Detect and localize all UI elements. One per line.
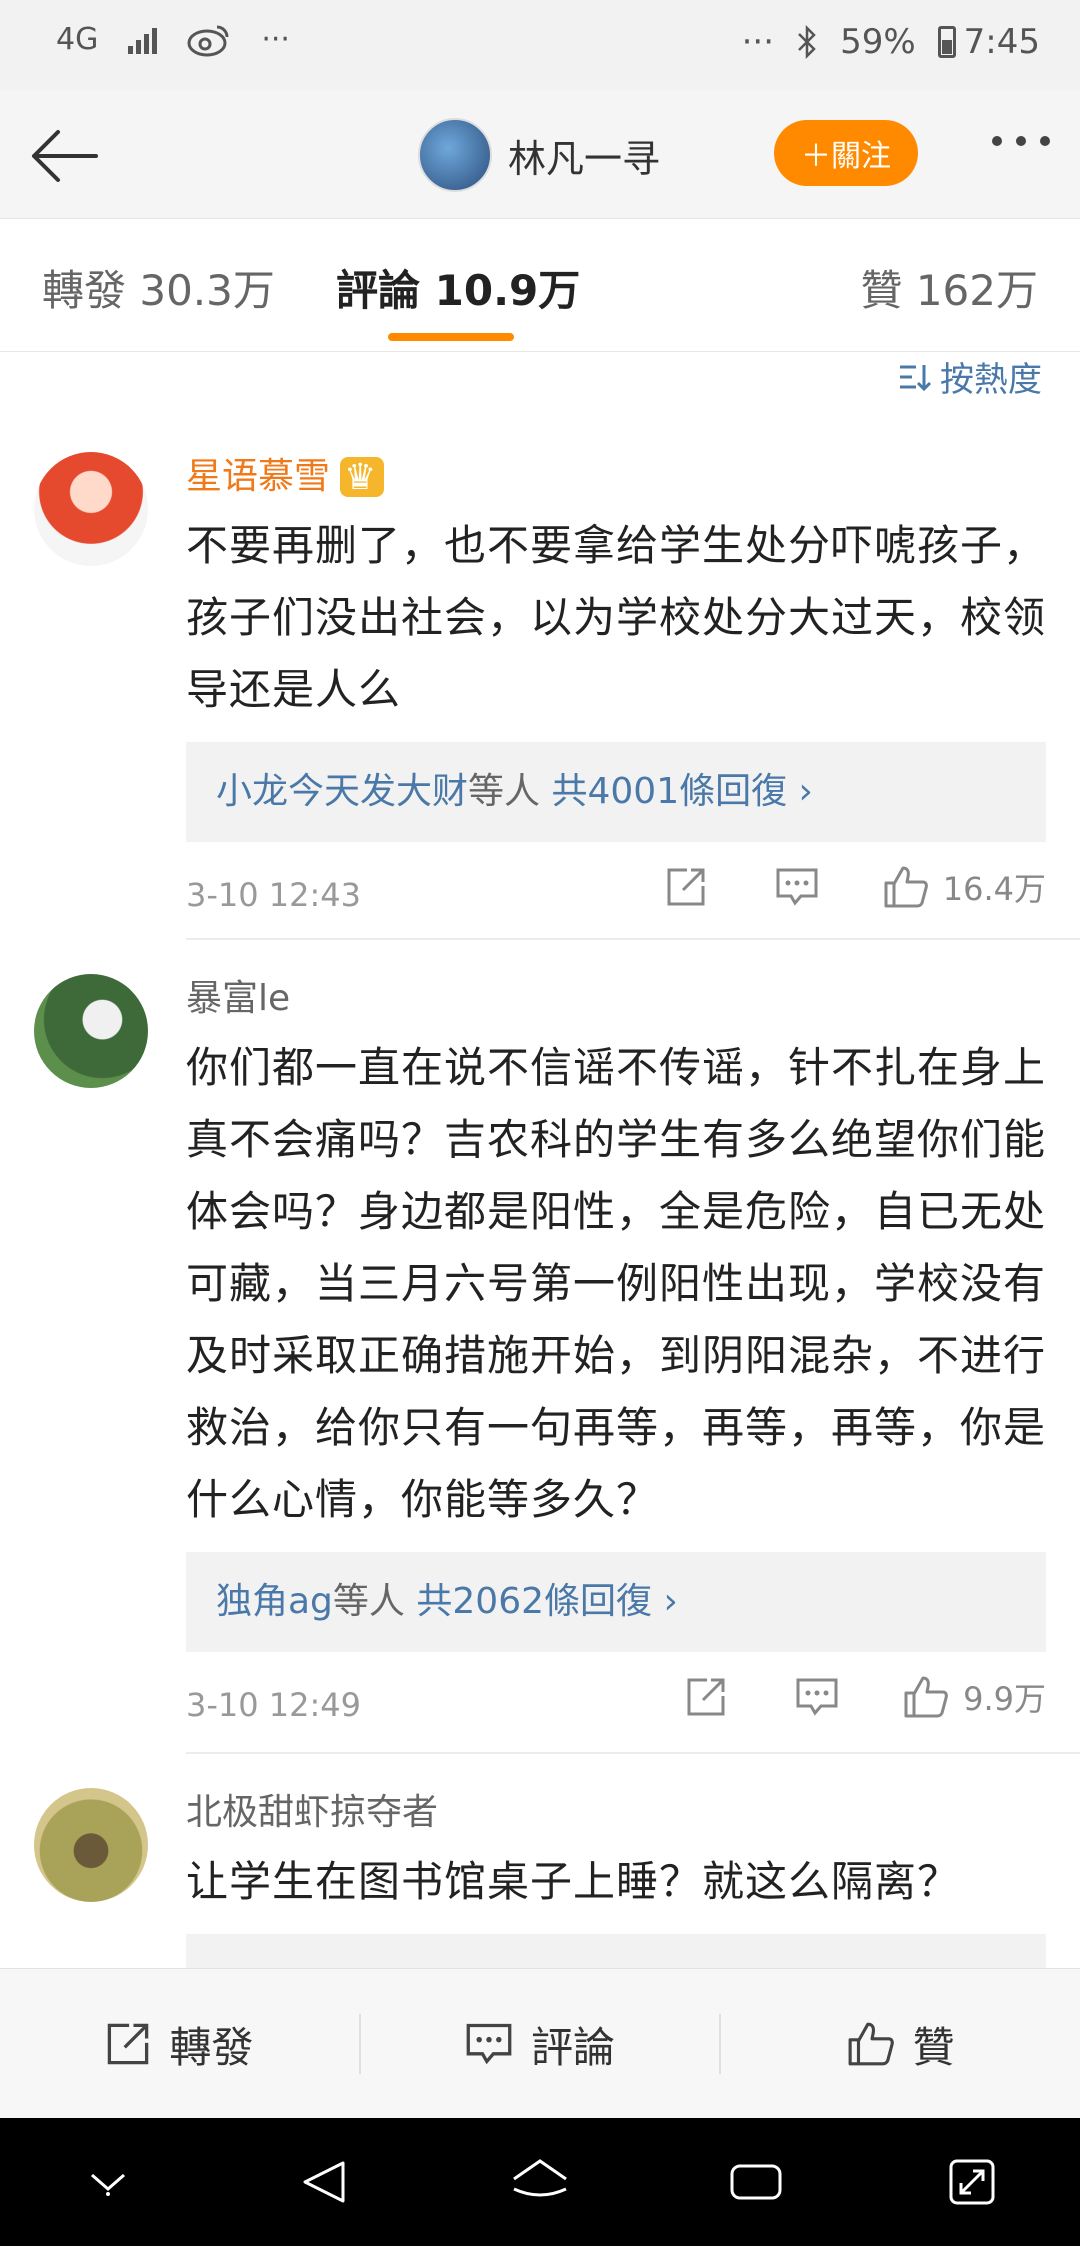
repost-comment-button[interactable] (685, 1676, 727, 1718)
bottom-action-bar: 轉發 評論 贊 (0, 1968, 1080, 2119)
tab-likes[interactable]: 贊 162万 (860, 257, 1038, 318)
weibo-icon (187, 25, 229, 56)
like-label: 贊 (912, 2022, 955, 2072)
repost-icon (667, 868, 705, 906)
status-more-right: ··· (741, 22, 775, 62)
comment-text: 不要再删了，也不要拿给学生处分吓唬孩子，孩子们没出社会，以为学校处分大过天，校领… (186, 521, 1047, 714)
reply-mid-text: 等人 (332, 1581, 405, 1622)
thumbs-up-icon (904, 1676, 948, 1718)
comment-text: 你们都一直在说不信谣不传谣，针不扎在身上真不会痛吗？吉农科的学生有多么绝望你们能… (186, 1043, 1047, 1524)
status-more: ··· (261, 22, 290, 57)
like-comment-button[interactable]: 16.4万 (883, 864, 1046, 910)
like-button[interactable]: 贊 (721, 1969, 1080, 2119)
tab-bar: 轉發 30.3万 評論 10.9万 贊 162万 (0, 219, 1080, 352)
commenter-name[interactable]: 星语慕雪 (186, 452, 1046, 503)
more-options-button[interactable] (992, 136, 1050, 146)
status-bar: 4G ··· ··· 59% 7:45 (0, 0, 1080, 90)
thumbs-up-icon (884, 866, 928, 908)
divider (186, 938, 1080, 940)
vip-crown-icon (340, 453, 385, 503)
sort-icon (900, 364, 932, 391)
reply-comment-button[interactable] (775, 867, 819, 907)
signal-icon (128, 26, 158, 54)
like-count: 9.9万 (963, 1680, 1046, 1718)
repost-button[interactable]: 轉發 (0, 1969, 359, 2119)
reply-mid-text: 等人 (468, 771, 541, 812)
back-button[interactable] (24, 116, 104, 196)
comment-icon (796, 1678, 838, 1716)
hide-nav-button[interactable] (68, 2142, 148, 2222)
nav-home-button[interactable] (500, 2142, 580, 2222)
recents-icon (730, 2164, 782, 2200)
replies-preview[interactable]: 独角ag等人 共2062條回復 › (186, 1552, 1046, 1652)
comment-icon (776, 868, 818, 906)
tab-comments[interactable]: 評論 10.9万 (336, 257, 580, 318)
avatar[interactable] (34, 974, 148, 1088)
divider (186, 1752, 1080, 1754)
repost-icon (108, 2023, 149, 2065)
battery-icon (937, 26, 956, 58)
reply-count[interactable]: 共4001條回復 › (551, 771, 812, 812)
author-name[interactable]: 林凡一寻 (508, 128, 660, 183)
comment-time: 3-10 12:43 (186, 876, 362, 914)
top-nav-bar: 林凡一寻 ＋關注 (0, 90, 1080, 219)
like-count: 16.4万 (942, 870, 1046, 908)
bluetooth-icon (798, 25, 816, 59)
repost-icon (687, 1678, 725, 1716)
avatar[interactable] (34, 1788, 148, 1902)
author-avatar[interactable] (418, 118, 492, 192)
comment-label: 評論 (531, 2022, 616, 2072)
comment-text: 让学生在图书馆桌子上睡？就这么隔离？ (186, 1857, 961, 1906)
nav-back-button[interactable] (284, 2142, 364, 2222)
comment-list: 按熱度 星语慕雪 不要再删了，也不要拿给学生处分吓唬孩子，孩子们没出社会，以为学… (0, 352, 1080, 1968)
battery-percent: 59% (840, 22, 916, 62)
comment-button[interactable]: 評論 (361, 1969, 720, 2119)
avatar[interactable] (34, 452, 148, 566)
reply-user-names[interactable]: 小龙今天发大财 (216, 771, 468, 812)
chevron-down-icon (91, 2173, 125, 2196)
commenter-name[interactable]: 暴富le (186, 974, 1046, 1024)
system-nav-bar (0, 2118, 1080, 2246)
author-info[interactable]: 林凡一寻 (418, 118, 660, 192)
reply-user-names[interactable]: 独角ag (216, 1581, 333, 1622)
repost-comment-button[interactable] (665, 866, 707, 908)
like-comment-button[interactable]: 9.9万 (903, 1674, 1046, 1720)
tab-reposts[interactable]: 轉發 30.3万 (42, 257, 275, 318)
thumbs-up-icon (848, 2022, 894, 2066)
comment-time: 3-10 12:49 (186, 1686, 362, 1724)
clock: 7:45 (963, 22, 1040, 62)
sort-label: 按熱度 (940, 360, 1042, 400)
reply-count[interactable]: 共2062條回復 › (416, 1581, 677, 1622)
nav-recents-button[interactable] (716, 2142, 796, 2222)
reply-comment-button[interactable] (795, 1677, 839, 1717)
replies-preview[interactable]: 小龙今天发大财等人 共4001條回復 › (186, 742, 1046, 842)
back-arrow-icon (32, 130, 98, 182)
replies-preview[interactable] (186, 1934, 1046, 1968)
back-triangle-icon (303, 2161, 345, 2203)
sort-button[interactable]: 按熱度 (898, 352, 1042, 401)
home-icon (513, 2159, 567, 2197)
repost-label: 轉發 (169, 2022, 254, 2072)
active-tab-indicator (388, 333, 514, 341)
commenter-name[interactable]: 北极甜虾掠夺者 (186, 1788, 1046, 1838)
expand-icon (949, 2159, 995, 2205)
comment-icon (466, 2023, 512, 2065)
nav-expand-button[interactable] (932, 2142, 1012, 2222)
follow-button[interactable]: ＋關注 (774, 120, 918, 186)
network-indicator: 4G (56, 22, 99, 57)
